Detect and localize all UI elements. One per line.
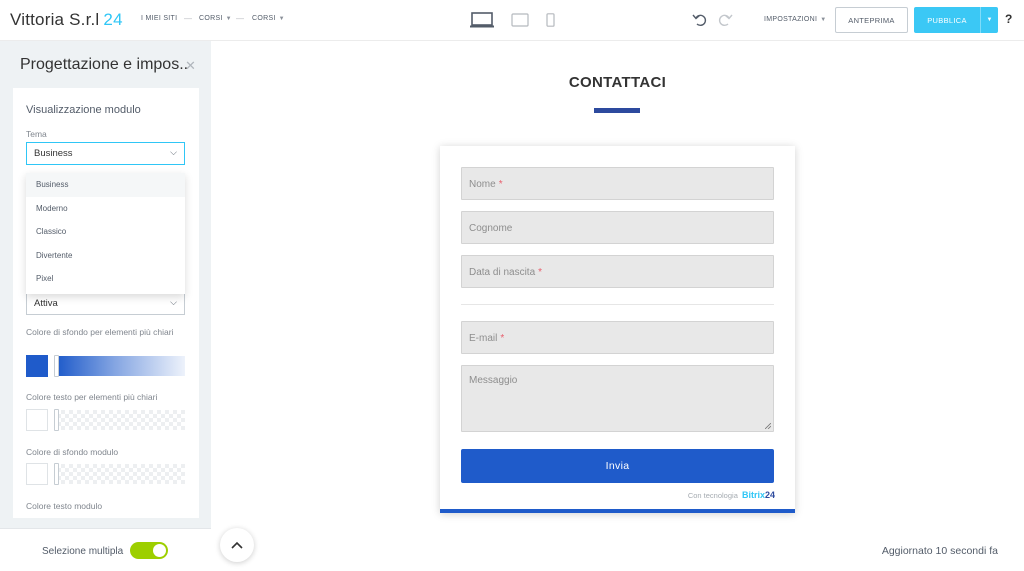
- nav-separator: —: [236, 14, 244, 23]
- form-divider: [461, 304, 774, 305]
- top-bar: Vittoria S.r.l 24 I MIEI SITI — CORSI ▼ — …: [0, 0, 1024, 41]
- theme-dropdown: Business Moderno Classico Divertente Pix…: [26, 173, 185, 294]
- birthdate-field[interactable]: Data di nascita *: [461, 255, 774, 288]
- theme-option-classic[interactable]: Classico: [26, 220, 185, 244]
- chevron-down-icon: ▼: [225, 16, 232, 22]
- phone-view-icon[interactable]: [546, 13, 555, 27]
- nav-courses-2[interactable]: CORSI ▼: [252, 15, 285, 22]
- chevron-down-icon: ⌵: [170, 147, 177, 157]
- theme-label: Tema: [26, 129, 47, 139]
- last-updated-status: Aggiornato 10 secondi fa: [881, 545, 998, 557]
- resize-handle-icon[interactable]: [765, 423, 771, 429]
- multi-select-toggle[interactable]: [130, 542, 168, 559]
- submit-button[interactable]: Invia: [461, 449, 774, 483]
- visibility-select[interactable]: Attiva ⌵: [26, 292, 185, 315]
- theme-option-pixel[interactable]: Pixel: [26, 267, 185, 291]
- light-text-color-swatch[interactable]: [26, 409, 48, 431]
- light-text-color-label: Colore testo per elementi più chiari: [26, 392, 158, 402]
- settings-menu[interactable]: IMPOSTAZIONI ▼: [764, 16, 827, 23]
- bitrix24-logo: Bitrix24: [741, 490, 775, 500]
- form-bg-color-swatch[interactable]: [26, 463, 48, 485]
- panel-title: Progettazione e impos...: [20, 56, 188, 73]
- form-bg-color-label: Colore di sfondo modulo: [26, 447, 119, 457]
- design-settings-panel: Progettazione e impos... ✕ Visualizzazio…: [0, 41, 211, 571]
- light-bg-color-swatch[interactable]: [26, 355, 48, 377]
- page-canvas: CONTATTACI Nome * Cognome Data di nascita…: [211, 41, 1024, 571]
- name-field[interactable]: Nome *: [461, 167, 774, 200]
- email-field[interactable]: E-mail *: [461, 321, 774, 354]
- undo-icon[interactable]: [692, 12, 707, 27]
- message-textarea[interactable]: Messaggio: [461, 365, 774, 432]
- page-title: CONTATTACI: [568, 74, 667, 91]
- theme-select[interactable]: Business ⌵: [26, 142, 185, 165]
- form-view-settings-card: Visualizzazione modulo Tema Business ⌵ A…: [13, 88, 199, 518]
- chevron-down-icon: ▼: [278, 16, 285, 22]
- close-icon[interactable]: ✕: [185, 58, 196, 74]
- slider-handle[interactable]: [54, 355, 59, 377]
- chevron-up-icon: [231, 541, 243, 549]
- contact-form: Nome * Cognome Data di nascita * E-mail * M…: [440, 146, 795, 513]
- theme-option-fun[interactable]: Divertente: [26, 244, 185, 268]
- light-bg-color-slider[interactable]: [57, 356, 185, 376]
- slider-handle[interactable]: [54, 409, 59, 431]
- publish-button[interactable]: PUBBLICA: [914, 7, 980, 33]
- nav-courses-1[interactable]: CORSI ▼: [199, 15, 232, 22]
- title-underline: [594, 108, 640, 113]
- chevron-down-icon: ⌵: [170, 297, 177, 307]
- theme-option-business[interactable]: Business: [26, 173, 185, 197]
- form-bg-color-slider[interactable]: [57, 464, 185, 484]
- nav-my-sites[interactable]: I MIEI SITI: [141, 15, 177, 22]
- nav-separator: —: [184, 14, 192, 23]
- powered-by[interactable]: Con tecnologia Bitrix24: [688, 490, 775, 500]
- publish-options-button[interactable]: ▼: [980, 7, 998, 33]
- chevron-down-icon: ▼: [986, 17, 993, 23]
- light-bg-color-label: Colore di sfondo per elementi più chiari: [26, 327, 174, 337]
- toggle-knob: [153, 544, 166, 557]
- light-text-color-slider[interactable]: [57, 410, 185, 430]
- redo-icon[interactable]: [718, 12, 733, 27]
- slider-handle[interactable]: [54, 463, 59, 485]
- chevron-down-icon: ▼: [820, 17, 827, 23]
- multi-select-label: Selezione multipla: [42, 546, 124, 557]
- panel-footer: Selezione multipla: [0, 528, 211, 571]
- surname-field[interactable]: Cognome: [461, 211, 774, 244]
- scroll-up-button[interactable]: [220, 528, 254, 562]
- form-text-color-label: Colore testo modulo: [26, 501, 103, 511]
- help-button[interactable]: ?: [1005, 12, 1012, 26]
- desktop-view-icon[interactable]: [470, 12, 494, 28]
- preview-button[interactable]: ANTEPRIMA: [835, 7, 908, 33]
- section-title: Visualizzazione modulo: [26, 104, 141, 116]
- tablet-view-icon[interactable]: [511, 13, 529, 27]
- theme-option-modern[interactable]: Moderno: [26, 197, 185, 221]
- brand-logo[interactable]: Vittoria S.r.l 24: [10, 10, 123, 30]
